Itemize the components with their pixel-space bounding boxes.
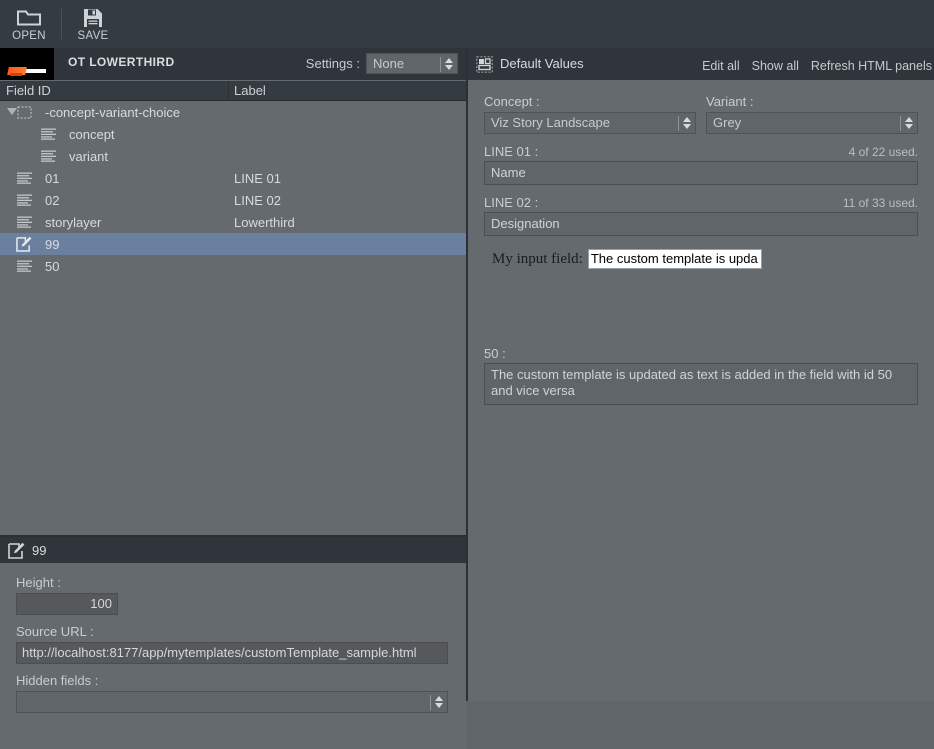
table-row[interactable]: 01 LINE 01: [0, 167, 466, 189]
variant-select-value: Grey: [713, 115, 742, 130]
spinner-arrows-icon[interactable]: [905, 113, 913, 133]
text-lines-icon: [15, 167, 33, 189]
save-button[interactable]: SAVE: [64, 0, 122, 48]
table-row[interactable]: concept: [0, 123, 466, 145]
properties-header: 99: [0, 537, 466, 563]
line02-input[interactable]: Designation: [484, 212, 918, 236]
table-row[interactable]: variant: [0, 145, 466, 167]
text-lines-icon: [39, 145, 57, 167]
concept-variant-row: Concept : Viz Story Landscape Variant : …: [484, 94, 918, 134]
toolbar-divider: [61, 9, 62, 39]
custom-html-panel-label: My input field:: [492, 250, 583, 267]
field50-label: 50 :: [484, 346, 506, 361]
table-row[interactable]: 99: [0, 233, 466, 255]
viz-template-editor-window: OPEN SAVE OT LOWERTHIRD Settings: None …: [0, 0, 934, 749]
field50-textarea[interactable]: The custom template is updated as text i…: [484, 363, 918, 405]
line01-counter: 4 of 22 used.: [848, 145, 918, 159]
text-lines-icon: [39, 123, 57, 145]
edit-pencil-icon: [8, 542, 25, 559]
variant-label: Variant :: [706, 94, 754, 109]
text-lines-icon: [15, 255, 33, 277]
open-button[interactable]: OPEN: [0, 0, 58, 48]
table-cell-label: LINE 02: [234, 192, 281, 208]
left-panel: OT LOWERTHIRD Settings : None Field ID L…: [0, 48, 466, 749]
select-divider: [900, 116, 901, 131]
line02-counter: 11 of 33 used.: [842, 196, 918, 210]
settings-label: Settings :: [305, 56, 360, 71]
line01-label: LINE 01 :: [484, 144, 539, 159]
spinner-arrows-icon[interactable]: [683, 113, 691, 133]
default-values-panel: Default Values Edit all Show all Refresh…: [468, 48, 934, 701]
open-button-label: OPEN: [12, 29, 46, 42]
table-cell-field-id: concept: [69, 126, 115, 142]
edit-all-link[interactable]: Edit all: [702, 59, 740, 73]
text-lines-icon: [15, 211, 33, 233]
select-divider: [678, 116, 679, 131]
concept-select-value: Viz Story Landscape: [491, 115, 610, 130]
custom-html-panel: My input field: The custom template is u…: [484, 246, 918, 346]
save-button-label: SAVE: [77, 29, 109, 42]
hidden-fields-select[interactable]: [16, 691, 448, 713]
spinner-arrows-icon[interactable]: [445, 54, 453, 73]
table-cell-field-id: 02: [45, 192, 60, 208]
variant-group: Variant : Grey: [706, 94, 918, 134]
custom-html-panel-input[interactable]: The custom template is upda: [587, 249, 762, 269]
default-values-body: Concept : Viz Story Landscape Variant : …: [468, 80, 934, 701]
source-url-label: Source URL :: [16, 624, 94, 639]
spinner-arrows-icon[interactable]: [435, 692, 443, 712]
properties-body: Height : 100 Source URL : http://localho…: [0, 563, 466, 749]
source-url-input[interactable]: http://localhost:8177/app/mytemplates/cu…: [16, 642, 448, 664]
height-label: Height :: [16, 575, 61, 590]
table-row[interactable]: 50: [0, 255, 466, 277]
table-cell-field-id: 99: [45, 236, 60, 252]
line01-input[interactable]: Name: [484, 161, 918, 185]
concept-group: Concept : Viz Story Landscape: [484, 94, 696, 134]
main-toolbar: OPEN SAVE: [0, 0, 934, 48]
line01-label-row: LINE 01 : 4 of 22 used.: [484, 144, 918, 159]
template-name: OT LOWERTHIRD: [68, 55, 175, 69]
field-table-header: Field ID Label: [0, 81, 466, 101]
default-values-icon: [476, 56, 493, 73]
default-values-header: Default Values Edit all Show all Refresh…: [468, 48, 934, 80]
default-values-title: Default Values: [500, 56, 584, 71]
table-cell-field-id: storylayer: [45, 214, 102, 230]
column-header-field-id: Field ID: [6, 83, 51, 98]
variant-select[interactable]: Grey: [706, 112, 918, 134]
edit-pencil-icon: [15, 233, 33, 255]
line02-label-row: LINE 02 : 11 of 33 used.: [484, 195, 918, 210]
table-row[interactable]: 02 LINE 02: [0, 189, 466, 211]
table-cell-label: LINE 01: [234, 170, 281, 186]
settings-group: Settings : None: [306, 53, 458, 74]
column-header-label: Label: [234, 83, 266, 98]
template-thumbnail: [0, 48, 54, 80]
table-row[interactable]: -concept-variant-choice: [0, 101, 466, 123]
text-lines-icon: [15, 189, 33, 211]
concept-label: Concept :: [484, 94, 540, 109]
folder-open-icon: [17, 7, 41, 29]
dashed-box-icon: [15, 101, 33, 123]
show-all-link[interactable]: Show all: [752, 59, 799, 73]
table-cell-field-id: variant: [69, 148, 109, 164]
floppy-save-icon: [83, 7, 103, 29]
table-cell-field-id: 01: [45, 170, 60, 186]
table-row[interactable]: storylayer Lowerthird: [0, 211, 466, 233]
hidden-fields-label: Hidden fields :: [16, 673, 99, 688]
template-header-bar: OT LOWERTHIRD Settings : None: [0, 48, 466, 80]
line02-label: LINE 02 :: [484, 195, 539, 210]
column-divider: [228, 81, 229, 100]
settings-select-value: None: [373, 56, 405, 71]
table-cell-field-id: -concept-variant-choice: [45, 104, 181, 120]
settings-select[interactable]: None: [366, 53, 458, 74]
table-cell-label: Lowerthird: [234, 214, 295, 230]
select-divider: [430, 695, 431, 710]
field-properties-panel: 99 Height : 100 Source URL : http://loca…: [0, 537, 466, 749]
properties-title: 99: [32, 542, 47, 558]
refresh-html-panels-link[interactable]: Refresh HTML panels: [811, 59, 932, 73]
height-input[interactable]: 100: [16, 593, 118, 615]
concept-select[interactable]: Viz Story Landscape: [484, 112, 696, 134]
table-cell-field-id: 50: [45, 258, 60, 274]
field-tree[interactable]: -concept-variant-choice concept variant 01 L…: [0, 101, 466, 537]
select-divider: [440, 57, 441, 72]
default-values-actions: Edit all Show all Refresh HTML panels: [702, 59, 932, 73]
